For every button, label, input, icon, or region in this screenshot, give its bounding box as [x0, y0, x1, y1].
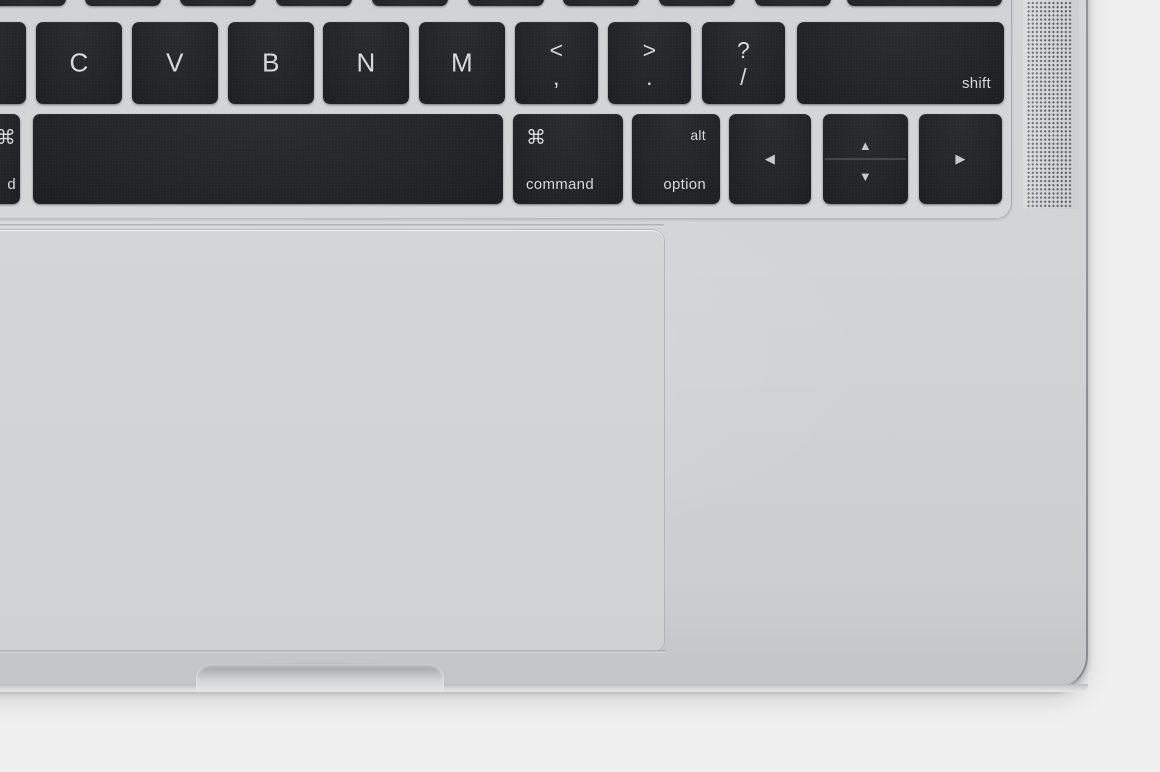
key-v[interactable]: V — [132, 22, 218, 104]
cut-key-4[interactable] — [372, 0, 448, 6]
cut-key-0[interactable] — [0, 0, 66, 6]
key-m[interactable]: M — [419, 22, 505, 104]
arrow-key-divider — [825, 158, 906, 160]
arrow-up-icon: ▲ — [858, 138, 873, 153]
key-period[interactable]: > . — [608, 22, 691, 104]
key-b-label: B — [262, 47, 280, 78]
key-command-left-word-fragment: d — [7, 176, 16, 193]
cut-key-3[interactable] — [276, 0, 352, 6]
key-slash[interactable]: ? / — [702, 22, 785, 104]
cut-key-8[interactable] — [755, 0, 831, 6]
key-comma[interactable]: < , — [515, 22, 598, 104]
key-period-lower-label: . — [646, 64, 653, 90]
key-return[interactable]: return — [847, 0, 1002, 6]
key-n-label: N — [356, 47, 376, 78]
key-option-label: option — [663, 176, 706, 193]
key-return-label: return — [951, 0, 990, 3]
trackpad-top-edge — [0, 224, 664, 227]
key-command-label: command — [526, 176, 594, 193]
trackpad-bottom-edge — [0, 650, 666, 653]
right-speaker-grille — [1027, 0, 1073, 209]
chassis-front-lip — [0, 684, 1088, 692]
key-shift-label: shift — [961, 75, 991, 92]
key-option-right[interactable]: alt option — [632, 114, 720, 204]
key-space[interactable] — [33, 114, 503, 204]
cut-key-5[interactable] — [468, 0, 544, 6]
command-glyph-icon: ⌘ — [526, 127, 547, 149]
screenshot-stage: return C V B N M < , > . ? / shift ⌘ d ⌘ — [0, 0, 1160, 772]
key-shift-right[interactable]: shift — [797, 22, 1004, 104]
arrow-down-icon: ▼ — [858, 169, 873, 184]
key-comma-lower-label: , — [553, 64, 560, 90]
cut-key-6[interactable] — [563, 0, 639, 6]
cut-key-2[interactable] — [180, 0, 256, 6]
key-slash-upper-label: ? — [736, 37, 751, 63]
key-c-label: C — [69, 47, 89, 78]
key-arrow-right[interactable]: ▶ — [919, 114, 1002, 204]
lid-opening-notch — [196, 664, 444, 690]
key-b[interactable]: B — [228, 22, 314, 104]
key-period-upper-label: > — [642, 37, 657, 63]
key-command-right[interactable]: ⌘ command — [513, 114, 623, 204]
key-v-label: V — [166, 47, 184, 78]
key-n[interactable]: N — [323, 22, 409, 104]
key-comma-upper-label: < — [549, 37, 564, 63]
key-slash-lower-label: / — [740, 64, 747, 90]
key-c[interactable]: C — [36, 22, 122, 104]
key-m-label: M — [451, 47, 473, 78]
key-command-left-partial[interactable]: ⌘ d — [0, 114, 20, 204]
arrow-right-icon: ▶ — [955, 151, 966, 166]
key-arrow-up-down[interactable]: ▲ ▼ — [823, 114, 908, 204]
key-command-left-glyph: ⌘ — [0, 127, 16, 149]
arrow-left-icon: ◀ — [764, 151, 776, 166]
trackpad[interactable] — [0, 230, 664, 652]
key-x-partial[interactable] — [0, 22, 26, 104]
cut-key-1[interactable] — [85, 0, 161, 6]
cut-key-7[interactable] — [659, 0, 735, 6]
key-option-alt-label: alt — [690, 127, 706, 143]
key-arrow-left[interactable]: ◀ — [729, 114, 811, 204]
